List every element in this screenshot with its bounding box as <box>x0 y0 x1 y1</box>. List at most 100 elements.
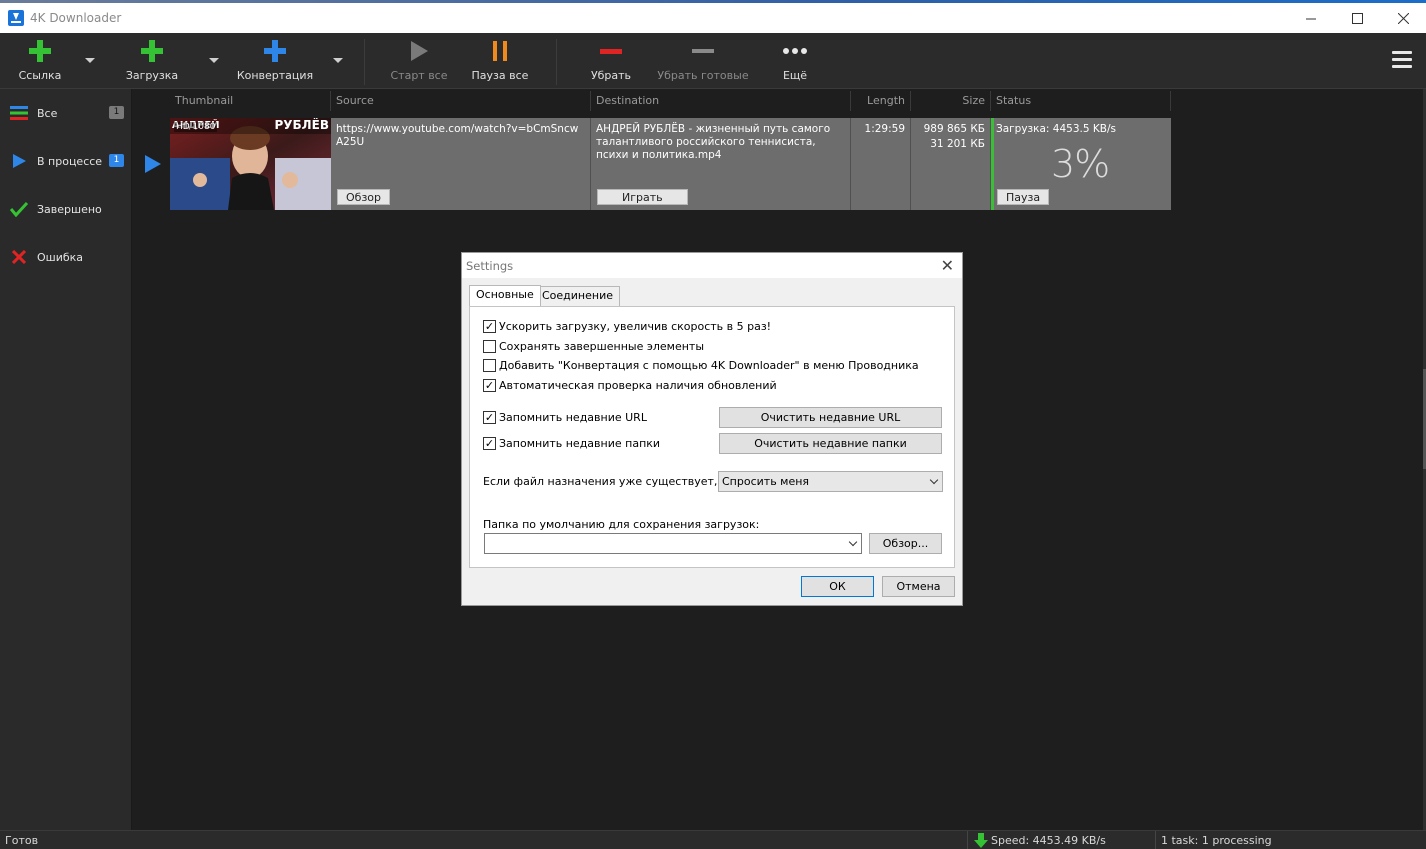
toolbar-separator <box>364 39 365 85</box>
toolbar: Ссылка Загрузка Конвертация Старт все Па… <box>0 33 1426 89</box>
count-badge: 1 <box>109 106 124 119</box>
checkbox-label: Ускорить загрузку, увеличив скорость в 5… <box>499 320 772 333</box>
minus-red-icon <box>600 37 622 65</box>
destination-filename: АНДРЕЙ РУБЛЁВ - жизненный путь самого та… <box>596 123 831 161</box>
column-header-destination[interactable]: Destination <box>591 91 851 111</box>
checkbox-explorer-menu[interactable]: Добавить "Конвертация с помощью 4K Downl… <box>483 359 919 372</box>
pause-download-button[interactable]: Пауза <box>997 189 1050 205</box>
minimize-icon <box>1305 18 1316 19</box>
tab-connection[interactable]: Соединение <box>535 286 621 306</box>
checkbox-checked-icon[interactable]: ✓ <box>483 320 496 333</box>
dialog-close-icon[interactable]: ✕ <box>941 256 954 275</box>
source-url: https://www.youtube.com/watch?v=bCmSncwA… <box>336 123 579 148</box>
status-separator <box>967 831 968 849</box>
sidebar-item-label: В процессе <box>37 154 103 168</box>
sidebar-item-error[interactable]: Ошибка <box>0 233 132 281</box>
paste-link-button[interactable]: Ссылка <box>14 33 66 89</box>
checkbox-remember-folders[interactable]: ✓ Запомнить недавние папки <box>483 437 660 450</box>
status-cell: Загрузка: 4453.5 KB/s 3% Пауза <box>991 118 1171 210</box>
status-separator <box>1155 831 1156 849</box>
checkbox-keep-completed[interactable]: Сохранять завершенные элементы <box>483 340 704 353</box>
default-folder-input[interactable] <box>484 533 862 554</box>
play-icon <box>409 37 429 65</box>
default-folder-label: Папка по умолчанию для сохранения загруз… <box>483 518 760 531</box>
sidebar-item-label: Все <box>37 106 58 120</box>
remove-done-button[interactable]: Убрать готовые <box>656 33 750 89</box>
maximize-icon <box>1351 12 1363 24</box>
download-dropdown-icon[interactable] <box>209 58 219 63</box>
pause-icon <box>491 37 509 65</box>
thumbnail-title-right: РУБЛЁВ <box>274 118 329 132</box>
table-header: Thumbnail Source Destination Length Size… <box>170 91 1171 111</box>
plus-blue-icon <box>264 37 286 65</box>
checkbox-remember-urls[interactable]: ✓ Запомнить недавние URL <box>483 411 647 424</box>
hd-badge: HD 1080 <box>174 122 218 132</box>
dialog-title-bar: Settings ✕ <box>462 253 962 278</box>
checkbox-checked-icon[interactable]: ✓ <box>483 379 496 392</box>
clear-recent-urls-button[interactable]: Очистить недавние URL <box>719 407 942 428</box>
checkbox-unchecked-icon[interactable] <box>483 359 496 372</box>
checkmark-icon <box>8 201 30 217</box>
remove-label: Убрать <box>590 69 632 82</box>
more-dots-icon <box>782 37 808 65</box>
column-header-source[interactable]: Source <box>331 91 591 111</box>
download-button[interactable]: Загрузка <box>124 33 180 89</box>
checkbox-unchecked-icon[interactable] <box>483 340 496 353</box>
chevron-down-icon <box>929 475 939 485</box>
browse-folder-button[interactable]: Обзор... <box>869 533 942 554</box>
file-exists-select[interactable]: Спросить меня <box>718 471 943 492</box>
start-all-button[interactable]: Старт все <box>388 33 450 89</box>
clear-recent-folders-button[interactable]: Очистить недавние папки <box>719 433 942 454</box>
sidebar-item-label: Завершено <box>37 202 102 216</box>
start-all-label: Старт все <box>390 69 448 82</box>
checkbox-auto-update[interactable]: ✓ Автоматическая проверка наличия обновл… <box>483 379 777 392</box>
more-button[interactable]: Ещё <box>774 33 816 89</box>
sidebar-item-completed[interactable]: Завершено <box>0 185 132 233</box>
play-blue-icon <box>8 153 30 169</box>
remove-button[interactable]: Убрать <box>586 33 636 89</box>
table-row[interactable]: АНДРЕЙ РУБЛЁВ HD 1080 https://www.youtub… <box>170 118 1171 210</box>
minus-gray-icon <box>692 37 714 65</box>
chevron-down-icon <box>848 537 858 547</box>
file-exists-label: Если файл назначения уже существует, <box>483 475 718 488</box>
checkbox-checked-icon[interactable]: ✓ <box>483 411 496 424</box>
general-tab-panel: ✓ Ускорить загрузку, увеличив скорость в… <box>469 306 955 568</box>
size-downloaded: 31 201 КБ <box>930 138 985 150</box>
window-controls <box>1288 3 1426 33</box>
settings-dialog: Settings ✕ Основные Соединение ✓ Ускорит… <box>461 252 963 606</box>
title-bar: 4K Downloader <box>0 3 1426 33</box>
toolbar-separator <box>556 39 557 85</box>
link-dropdown-icon[interactable] <box>85 58 95 63</box>
checkbox-label: Добавить "Конвертация с помощью 4K Downl… <box>499 359 919 372</box>
convert-button[interactable]: Конвертация <box>237 33 313 89</box>
status-text: Загрузка: 4453.5 KB/s <box>996 123 1116 135</box>
maximize-button[interactable] <box>1334 3 1380 33</box>
checkbox-checked-icon[interactable]: ✓ <box>483 437 496 450</box>
tab-general[interactable]: Основные <box>469 285 541 306</box>
column-header-length[interactable]: Length <box>851 91 911 111</box>
sidebar-item-in-progress[interactable]: В процессе 1 <box>0 137 132 185</box>
download-label: Загрузка <box>125 69 179 82</box>
column-header-thumbnail[interactable]: Thumbnail <box>170 91 331 111</box>
close-button[interactable] <box>1380 3 1426 33</box>
length-cell: 1:29:59 <box>851 118 911 210</box>
browse-source-button[interactable]: Обзор <box>337 189 391 205</box>
checkbox-speedup[interactable]: ✓ Ускорить загрузку, увеличив скорость в… <box>483 320 771 333</box>
convert-dropdown-icon[interactable] <box>333 58 343 63</box>
pause-all-button[interactable]: Пауза все <box>469 33 531 89</box>
checkbox-label: Автоматическая проверка наличия обновлен… <box>499 379 777 392</box>
more-label: Ещё <box>782 69 808 82</box>
sidebar: Все 1 В процессе 1 Завершено Ошибка <box>0 89 132 830</box>
pause-all-label: Пауза все <box>471 69 529 82</box>
play-file-button[interactable]: Играть <box>597 189 688 205</box>
sidebar-item-all[interactable]: Все 1 <box>0 89 132 137</box>
column-header-status[interactable]: Status <box>991 91 1171 111</box>
menu-hamburger-icon[interactable] <box>1392 51 1412 69</box>
cancel-button[interactable]: Отмена <box>882 576 955 597</box>
dialog-title: Settings <box>466 259 514 273</box>
ok-button[interactable]: ОК <box>801 576 874 597</box>
window-title: 4K Downloader <box>30 11 122 25</box>
minimize-button[interactable] <box>1288 3 1334 33</box>
column-header-size[interactable]: Size <box>911 91 991 111</box>
checkbox-label: Запомнить недавние папки <box>499 437 661 450</box>
